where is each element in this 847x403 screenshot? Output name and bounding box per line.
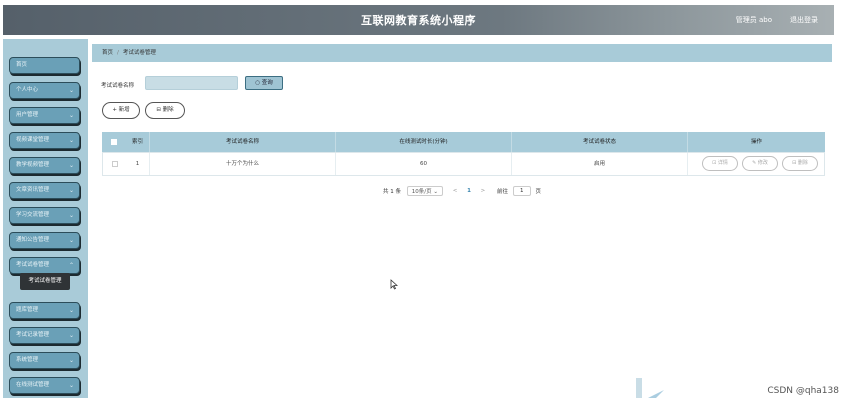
pagination: 共 1 条 10条/页 ⌄ < 1 > 前往 1 页 (383, 186, 541, 196)
sidebar-item-question-bank[interactable]: 题库管理 ⌄ (9, 302, 80, 319)
sidebar-item-label: 个人中心 (16, 87, 39, 93)
pagination-total: 共 1 条 (383, 189, 401, 195)
edit-icon: ✎ (752, 160, 757, 166)
user-label: 管理员 abo (735, 16, 772, 24)
breadcrumb-separator: / (117, 50, 119, 56)
watermark: CSDN @qha138 (767, 386, 839, 396)
select-all-checkbox[interactable] (111, 139, 117, 145)
sidebar-item-forum[interactable]: 学习交流管理 ⌄ (9, 207, 80, 224)
detail-button-label: 详情 (717, 160, 728, 166)
search-button-label: 查询 (261, 80, 273, 86)
row-delete-button[interactable]: ⊟ 删除 (782, 156, 818, 171)
chevron-down-icon: ⌄ (68, 162, 74, 169)
trash-icon: ⊟ (156, 107, 161, 113)
chevron-up-icon: ⌃ (68, 262, 74, 269)
chevron-down-icon: ⌄ (68, 332, 74, 339)
sidebar-item-users[interactable]: 用户管理 ⌄ (9, 107, 80, 124)
search-label: 考试试卷名称 (101, 83, 135, 89)
cell-status: 启用 (512, 153, 688, 175)
chevron-down-icon: ⌄ (68, 237, 74, 244)
goto-page-input[interactable]: 1 (512, 186, 531, 196)
sidebar-item-online-test[interactable]: 在线测试管理 ⌄ (9, 377, 80, 394)
app-frame: 互联网教育系统小程序 管理员 abo 退出登录 首页 个人中心 ⌄ 用户管理 ⌄ 视… (3, 5, 834, 398)
search-button[interactable]: ○ 查询 (245, 76, 283, 90)
detail-icon: ⊡ (712, 160, 717, 166)
page-size-value: 10条/页 (411, 189, 432, 195)
add-button[interactable]: + 新增 (102, 102, 140, 119)
breadcrumb: 首页 / 考试试卷管理 (92, 44, 832, 62)
search-icon: ○ (255, 80, 261, 86)
sidebar-item-label: 视频课堂管理 (16, 137, 50, 143)
sidebar-item-exam-records[interactable]: 考试记录管理 ⌄ (9, 327, 80, 344)
chevron-down-icon: ⌄ (68, 357, 74, 364)
row-delete-button-label: 删除 (797, 160, 808, 166)
table-row: 1 十万个为什么 60 启用 ⊡ 详情 ✎ 修改 ⊟ 删除 (102, 152, 825, 176)
goto-label: 前往 (497, 189, 509, 195)
next-page-button[interactable]: > (481, 188, 486, 194)
sidebar-item-label: 考试试卷管理 (16, 262, 50, 268)
chevron-down-icon: ⌄ (68, 112, 74, 119)
page-unit-label: 页 (535, 189, 542, 195)
chevron-down-icon: ⌄ (68, 212, 74, 219)
sidebar-item-label: 文章资讯管理 (16, 187, 50, 193)
logout-link[interactable]: 退出登录 (790, 15, 818, 25)
column-header-index: 索引 (126, 132, 150, 152)
column-header-name: 考试试卷名称 (150, 132, 336, 152)
chevron-down-icon: ⌄ (433, 189, 438, 195)
row-checkbox[interactable] (112, 161, 118, 167)
sidebar-subitem-exam-papers[interactable]: 考试试卷管理 (20, 273, 70, 290)
sidebar-item-label: 系统管理 (16, 357, 39, 363)
sidebar-item-profile[interactable]: 个人中心 ⌄ (9, 82, 80, 99)
sidebar-item-video-class[interactable]: 视频课堂管理 ⌄ (9, 132, 80, 149)
decorative-logo-icon (636, 378, 664, 398)
breadcrumb-current: 考试试卷管理 (122, 50, 156, 56)
sidebar-item-label: 首页 (16, 62, 28, 68)
cell-duration: 60 (336, 153, 512, 175)
sidebar-item-label: 学习交流管理 (16, 212, 50, 218)
sidebar: 首页 个人中心 ⌄ 用户管理 ⌄ 视频课堂管理 ⌄ 教学视频管理 ⌄ 文章资讯管理 ⌄ 学… (3, 39, 88, 398)
edit-button-label: 修改 (757, 160, 768, 166)
delete-button[interactable]: ⊟ 删除 (145, 102, 185, 119)
column-header-duration: 在线测试时长(分钟) (336, 132, 512, 152)
cell-name: 十万个为什么 (150, 153, 336, 175)
search-input[interactable] (145, 76, 238, 90)
table-header: 索引 考试试卷名称 在线测试时长(分钟) 考试试卷状态 操作 (102, 132, 825, 152)
chevron-down-icon: ⌄ (68, 382, 74, 389)
chevron-down-icon: ⌄ (68, 307, 74, 314)
breadcrumb-home[interactable]: 首页 (102, 50, 113, 56)
trash-icon: ⊟ (792, 160, 797, 166)
sidebar-item-notices[interactable]: 通知公告管理 ⌄ (9, 232, 80, 249)
sidebar-item-label: 通知公告管理 (16, 237, 50, 243)
sidebar-item-label: 考试记录管理 (16, 332, 50, 338)
sidebar-item-label: 教学视频管理 (16, 162, 50, 168)
column-header-actions: 操作 (750, 139, 762, 145)
cell-index: 1 (126, 153, 150, 175)
sidebar-item-exam-papers[interactable]: 考试试卷管理 ⌃ (9, 257, 80, 274)
top-bar: 互联网教育系统小程序 管理员 abo 退出登录 (3, 5, 834, 35)
sidebar-item-teaching-video[interactable]: 教学视频管理 ⌄ (9, 157, 80, 174)
sidebar-item-articles[interactable]: 文章资讯管理 ⌄ (9, 182, 80, 199)
prev-page-button[interactable]: < (453, 188, 458, 194)
sidebar-item-label: 题库管理 (16, 307, 39, 313)
page-size-select[interactable]: 10条/页 ⌄ (406, 186, 443, 196)
detail-button[interactable]: ⊡ 详情 (702, 156, 738, 171)
app-title: 互联网教育系统小程序 (361, 14, 476, 27)
sidebar-item-label: 在线测试管理 (16, 382, 50, 388)
chevron-down-icon: ⌄ (68, 137, 74, 144)
main-content: 首页 / 考试试卷管理 考试试卷名称 ○ 查询 + 新增 ⊟ 删除 索引 考试试卷名… (90, 39, 834, 398)
chevron-down-icon: ⌄ (68, 187, 74, 194)
chevron-down-icon: ⌄ (68, 87, 74, 94)
mouse-cursor-icon (390, 279, 398, 290)
sidebar-item-system[interactable]: 系统管理 ⌄ (9, 352, 80, 369)
edit-button[interactable]: ✎ 修改 (742, 156, 778, 171)
column-header-status: 考试试卷状态 (512, 132, 688, 152)
sidebar-item-home[interactable]: 首页 (9, 57, 80, 74)
current-page[interactable]: 1 (467, 188, 471, 194)
delete-button-label: 删除 (162, 107, 174, 113)
sidebar-item-label: 用户管理 (16, 112, 39, 118)
